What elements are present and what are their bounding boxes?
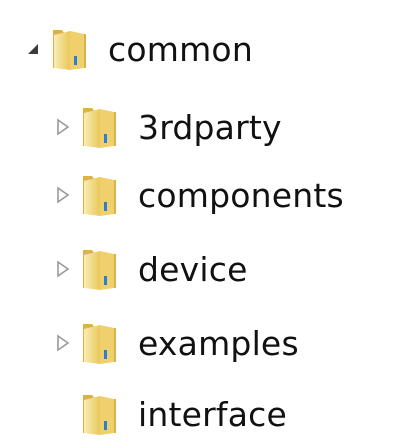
- tree-item-components[interactable]: components: [52, 165, 344, 225]
- expand-arrow-icon[interactable]: [22, 38, 44, 60]
- tree-item-label: 3rdparty: [138, 107, 282, 147]
- folder-icon: [83, 176, 116, 216]
- collapse-arrow-icon[interactable]: [52, 184, 74, 206]
- collapse-arrow-icon[interactable]: [52, 332, 74, 354]
- tree-item-label: components: [138, 175, 344, 215]
- folder-icon: [53, 30, 86, 70]
- folder-icon: [83, 250, 116, 290]
- tree-item-device[interactable]: device: [52, 239, 248, 299]
- collapse-arrow-icon[interactable]: [52, 116, 74, 138]
- tree-item-3rdparty[interactable]: 3rdparty: [52, 97, 282, 157]
- tree-item-label: interface: [138, 394, 287, 434]
- folder-icon: [83, 108, 116, 148]
- collapse-arrow-icon[interactable]: [52, 258, 74, 280]
- folder-icon: [83, 324, 116, 364]
- tree-item-label: common: [108, 29, 253, 69]
- tree-item-label: device: [138, 249, 248, 289]
- folder-tree: common 3rdparty components device exampl…: [0, 0, 403, 448]
- tree-item-label: examples: [138, 323, 299, 363]
- folder-icon: [83, 395, 116, 435]
- tree-item-interface[interactable]: interface: [52, 384, 287, 444]
- tree-item-common[interactable]: common: [22, 19, 253, 79]
- tree-item-examples[interactable]: examples: [52, 313, 299, 373]
